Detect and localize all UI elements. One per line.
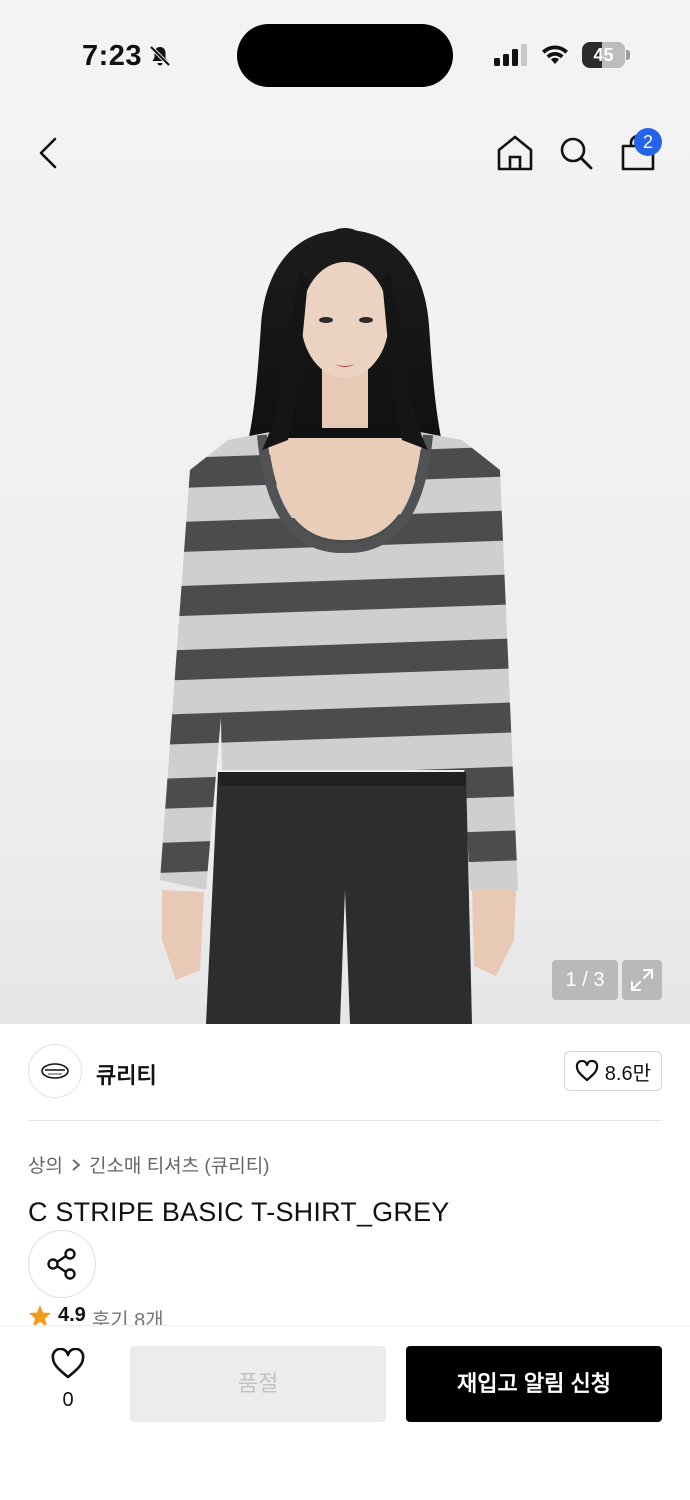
bottom-action-bar: 0 품절 재입고 알림 신청 [0, 1325, 690, 1500]
wishlist-button[interactable]: 0 [40, 1347, 96, 1412]
product-rating[interactable]: 4.9 후기 8개 [28, 1304, 164, 1326]
brand-logo-mark [41, 1063, 69, 1079]
breadcrumb-category[interactable]: 상의 [28, 1151, 63, 1178]
home-button[interactable] [492, 130, 538, 176]
breadcrumb: 상의 긴소매 티셔츠 (큐리티) [28, 1151, 270, 1178]
status-time: 7:23 [82, 40, 143, 72]
brand-name[interactable]: 큐리티 [96, 1058, 157, 1090]
back-icon [39, 137, 57, 169]
top-navigation [0, 110, 690, 194]
wifi-icon [542, 45, 568, 64]
wishlist-count: 0 [62, 1389, 74, 1411]
share-button[interactable] [28, 1230, 96, 1298]
review-count: 후기 8개 [91, 1310, 164, 1326]
soldout-button: 품절 [130, 1346, 386, 1422]
heart-icon [575, 1060, 598, 1082]
heart-icon [51, 1347, 85, 1379]
cellular-signal-icon [494, 44, 528, 66]
search-button[interactable] [553, 130, 599, 176]
home-icon [497, 135, 533, 171]
image-counter: 1 / 3 [552, 960, 618, 1000]
model-photo [160, 228, 518, 1024]
star-icon [29, 1305, 51, 1326]
cart-count-badge: 2 [634, 128, 662, 156]
back-button[interactable] [26, 130, 72, 176]
chevron-right-icon [72, 1158, 81, 1171]
rating-score: 4.9 [58, 1304, 86, 1326]
product-image[interactable] [0, 110, 690, 1024]
status-bar: 7:23 45 [0, 0, 690, 110]
expand-image-button[interactable] [622, 960, 662, 1000]
brand-like-count: 8.6만 [604, 1062, 651, 1085]
dynamic-island [237, 24, 453, 87]
brand-like-button[interactable]: 8.6만 [563, 1051, 662, 1091]
bell-slash-icon [149, 45, 171, 67]
restock-alert-button[interactable]: 재입고 알림 신청 [406, 1346, 662, 1422]
battery-indicator: 45 [582, 42, 630, 68]
brand-logo[interactable] [28, 1044, 82, 1098]
breadcrumb-subcategory[interactable]: 긴소매 티셔츠 (큐리티) [89, 1151, 270, 1178]
share-icon [47, 1248, 76, 1280]
expand-icon [631, 969, 653, 991]
brand-row[interactable]: 큐리티 8.6만 [28, 1044, 662, 1100]
product-title: C STRIPE BASIC T-SHIRT_GREY [28, 1197, 450, 1227]
divider [28, 1120, 662, 1121]
search-icon [560, 137, 593, 170]
